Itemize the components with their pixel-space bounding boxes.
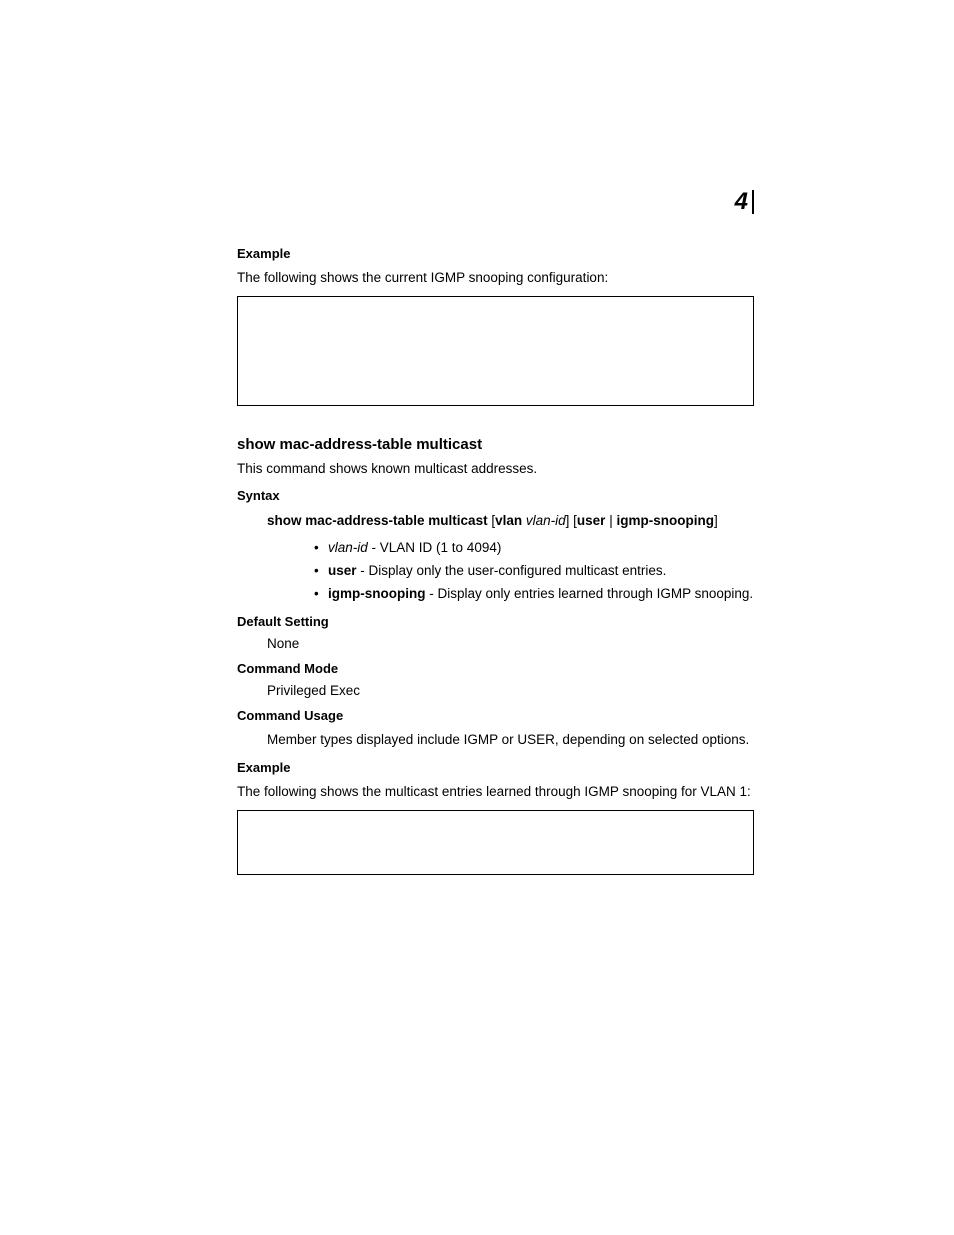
example1-intro: The following shows the current IGMP sno… — [237, 268, 754, 288]
section-intro: This command shows known multicast addre… — [237, 459, 754, 479]
command-usage-heading: Command Usage — [237, 708, 754, 723]
syntax-bracket: ] — [714, 513, 718, 528]
bullet-term: igmp-snooping — [328, 586, 425, 601]
syntax-line: show mac-address-table multicast [vlan v… — [267, 510, 754, 532]
list-item: igmp-snooping - Display only entries lea… — [314, 584, 754, 605]
bullet-desc: - VLAN ID (1 to 4094) — [368, 540, 502, 555]
example2-heading: Example — [237, 760, 754, 775]
page-content: Example The following shows the current … — [237, 190, 754, 875]
bullet-desc: - Display only entries learned through I… — [425, 586, 753, 601]
syntax-cmd: show mac-address-table multicast — [267, 513, 488, 528]
example2-code-box — [237, 810, 754, 875]
bullet-term: user — [328, 563, 357, 578]
section-title: show mac-address-table multicast — [237, 436, 754, 453]
syntax-igmp-keyword: igmp-snooping — [616, 513, 713, 528]
chapter-number: 4 — [735, 190, 754, 214]
bullet-desc: - Display only the user-configured multi… — [357, 563, 667, 578]
example1-code-box — [237, 296, 754, 406]
command-mode-value: Privileged Exec — [237, 683, 754, 698]
syntax-vlan-id: vlan-id — [526, 513, 566, 528]
syntax-pipe: | — [605, 513, 616, 528]
default-value: None — [237, 636, 754, 651]
syntax-bracket: ] [ — [566, 513, 577, 528]
example1-heading: Example — [237, 246, 754, 261]
syntax-bullet-list: vlan-id - VLAN ID (1 to 4094) user - Dis… — [314, 538, 754, 605]
default-heading: Default Setting — [237, 614, 754, 629]
example2-intro: The following shows the multicast entrie… — [237, 782, 754, 802]
bullet-term: vlan-id — [328, 540, 368, 555]
command-usage-value: Member types displayed include IGMP or U… — [237, 730, 754, 750]
syntax-user-keyword: user — [577, 513, 606, 528]
list-item: vlan-id - VLAN ID (1 to 4094) — [314, 538, 754, 559]
syntax-heading: Syntax — [237, 488, 754, 503]
list-item: user - Display only the user-configured … — [314, 561, 754, 582]
syntax-bracket: [ — [488, 513, 496, 528]
command-mode-heading: Command Mode — [237, 661, 754, 676]
syntax-vlan-keyword: vlan — [495, 513, 522, 528]
